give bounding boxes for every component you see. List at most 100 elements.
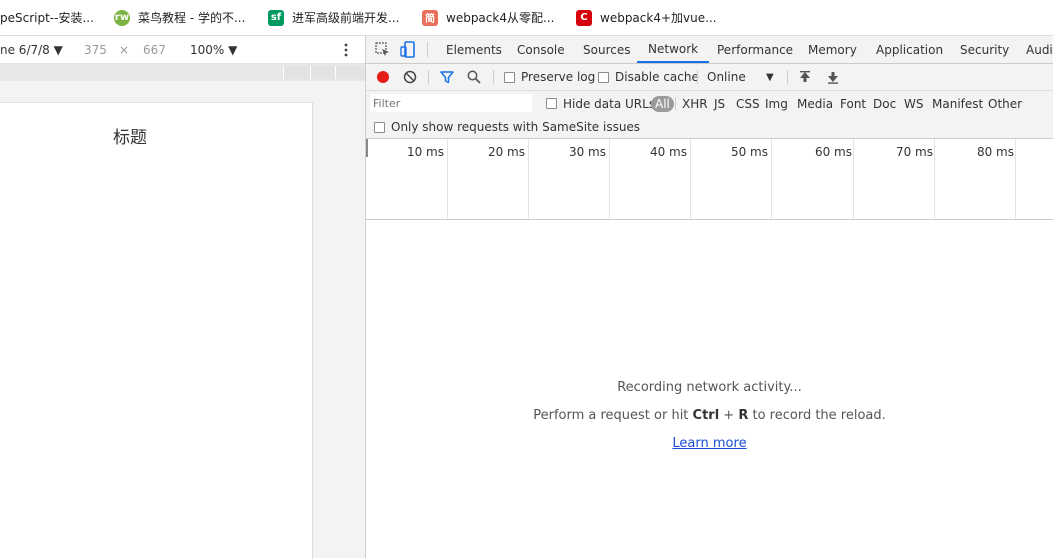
checkbox-box[interactable]: [504, 71, 515, 83]
disable-cache-checkbox[interactable]: Disable cache: [598, 64, 699, 90]
runoob-favicon-icon: rw: [114, 9, 130, 26]
clear-icon[interactable]: [402, 69, 418, 85]
toolbar-divider: [697, 70, 698, 84]
type-filter-doc[interactable]: Doc: [873, 91, 896, 116]
media-query-segment[interactable]: [310, 66, 335, 79]
type-filter-css[interactable]: CSS: [736, 91, 760, 116]
bookmark-item[interactable]: C webpack4+加vue...: [576, 0, 717, 35]
emulated-page: [0, 102, 313, 559]
timeline-tick-label: 80 ms: [976, 145, 1014, 159]
bookmark-item[interactable]: rw 菜鸟教程 - 学的不...: [114, 0, 245, 35]
import-har-icon[interactable]: [798, 69, 812, 85]
bookmark-label: 菜鸟教程 - 学的不...: [138, 11, 246, 25]
export-har-icon[interactable]: [826, 69, 840, 85]
type-filter-xhr[interactable]: XHR: [682, 91, 708, 116]
bookmark-label: 进军高级前端开发...: [292, 11, 400, 25]
learn-more-link[interactable]: Learn more: [672, 436, 746, 451]
tab-performance[interactable]: Performance: [717, 36, 793, 63]
search-icon[interactable]: [466, 69, 482, 85]
inspect-element-icon[interactable]: [374, 41, 390, 57]
hide-data-urls-label: Hide data URLs: [563, 96, 656, 111]
bookmark-label: peScript--安装...: [0, 11, 94, 25]
network-toolbar: Preserve log Disable cache Online ▼: [366, 64, 1053, 91]
type-filter-other[interactable]: Other: [988, 91, 1022, 116]
type-filter-img[interactable]: Img: [765, 91, 788, 116]
hint-text: Perform a request or hit: [533, 408, 693, 423]
shortcut-key: Ctrl: [692, 408, 720, 423]
timeline-tick-label: 60 ms: [814, 145, 852, 159]
tab-memory[interactable]: Memory: [808, 36, 857, 63]
segmentfault-favicon-icon: sf: [268, 9, 284, 26]
filter-icon[interactable]: [439, 69, 455, 85]
toolbar-divider: [493, 70, 494, 84]
timeline-tick-label: 50 ms: [730, 145, 768, 159]
throttling-select[interactable]: Online: [707, 64, 746, 90]
learn-more-row: Learn more: [366, 436, 1053, 451]
tab-application[interactable]: Application: [876, 36, 943, 63]
preserve-log-label: Preserve log: [521, 70, 596, 84]
filter-bar: Hide data URLs All XHR JS CSS Img Media …: [366, 91, 1053, 116]
checkbox-box[interactable]: [546, 98, 557, 109]
request-list-empty-state: Recording network activity... Perform a …: [366, 220, 1053, 558]
hint-text: +: [719, 408, 739, 423]
devtools-tab-bar: Elements Console Sources Network Perform…: [366, 36, 1053, 64]
tab-audits[interactable]: Audit: [1026, 36, 1053, 63]
tab-security[interactable]: Security: [960, 36, 1009, 63]
preserve-log-checkbox[interactable]: Preserve log: [504, 64, 595, 90]
type-filter-ws[interactable]: WS: [904, 91, 923, 116]
viewport-height-input[interactable]: 667: [143, 36, 166, 63]
timeline-tick-label: 30 ms: [568, 145, 606, 159]
throttling-value: Online: [707, 70, 746, 84]
network-overview-timeline[interactable]: 10 ms 20 ms 30 ms 40 ms 50 ms 60 ms 70 m…: [366, 139, 1053, 220]
disable-cache-label: Disable cache: [615, 70, 699, 84]
dimension-separator: ×: [119, 42, 130, 57]
shortcut-key: R: [738, 408, 749, 423]
tab-elements[interactable]: Elements: [446, 36, 502, 63]
device-toolbar-toggle-icon[interactable]: [400, 40, 416, 58]
csdn-favicon-icon: C: [576, 9, 592, 26]
samesite-filter-bar: Only show requests with SameSite issues: [366, 116, 1053, 139]
toolbar-divider: [787, 70, 788, 84]
type-filter-manifest[interactable]: Manifest: [932, 91, 983, 116]
recording-message: Recording network activity...: [617, 380, 802, 395]
timeline-tick-label: 70 ms: [895, 145, 933, 159]
zoom-select[interactable]: 100% ▼: [190, 36, 237, 63]
samesite-label: Only show requests with SameSite issues: [391, 120, 641, 134]
samesite-checkbox[interactable]: Only show requests with SameSite issues: [374, 116, 640, 138]
bookmark-label: webpack4+加vue...: [600, 11, 717, 25]
media-query-segment[interactable]: [335, 66, 366, 79]
record-icon[interactable]: [375, 69, 391, 85]
timeline-tick-label: 10 ms: [406, 145, 444, 159]
device-select[interactable]: ne 6/7/8 ▼: [0, 36, 63, 63]
type-filter-js[interactable]: JS: [714, 91, 725, 116]
bookmark-item[interactable]: 简 webpack4从零配...: [422, 0, 554, 35]
timeline-tick-label: 20 ms: [487, 145, 525, 159]
bookmark-item[interactable]: peScript--安装...: [0, 0, 94, 35]
jianshu-favicon-icon: 简: [422, 9, 438, 26]
type-filter-media[interactable]: Media: [797, 91, 833, 116]
media-query-bar[interactable]: [0, 64, 366, 81]
media-query-segment[interactable]: [283, 66, 310, 79]
tab-console[interactable]: Console: [517, 36, 565, 63]
checkbox-box[interactable]: [374, 121, 385, 133]
tab-sources[interactable]: Sources: [583, 36, 630, 63]
toolbar-divider: [428, 70, 429, 84]
viewport-width-input[interactable]: 375: [84, 36, 107, 63]
filter-input[interactable]: [370, 94, 532, 112]
type-filter-label: All: [651, 95, 674, 112]
bookmarks-bar: peScript--安装... rw 菜鸟教程 - 学的不... sf 进军高级…: [0, 0, 1053, 36]
more-options-icon[interactable]: [340, 41, 352, 58]
page-title: 标题: [113, 128, 147, 148]
bookmark-item[interactable]: sf 进军高级前端开发...: [268, 0, 399, 35]
toolbar-divider: [427, 42, 428, 57]
device-toolbar: ne 6/7/8 ▼ 375 × 667 100% ▼: [0, 36, 365, 64]
tab-network[interactable]: Network: [637, 36, 710, 63]
chevron-down-icon[interactable]: ▼: [766, 64, 774, 90]
type-filter-font[interactable]: Font: [840, 91, 866, 116]
toolbar-divider: [675, 97, 676, 110]
hide-data-urls-checkbox[interactable]: Hide data URLs: [546, 91, 655, 116]
reload-hint: Perform a request or hit Ctrl + R to rec…: [366, 408, 1053, 423]
bookmark-label: webpack4从零配...: [446, 11, 555, 25]
type-filter-all[interactable]: All: [651, 91, 674, 116]
checkbox-box[interactable]: [598, 71, 609, 83]
